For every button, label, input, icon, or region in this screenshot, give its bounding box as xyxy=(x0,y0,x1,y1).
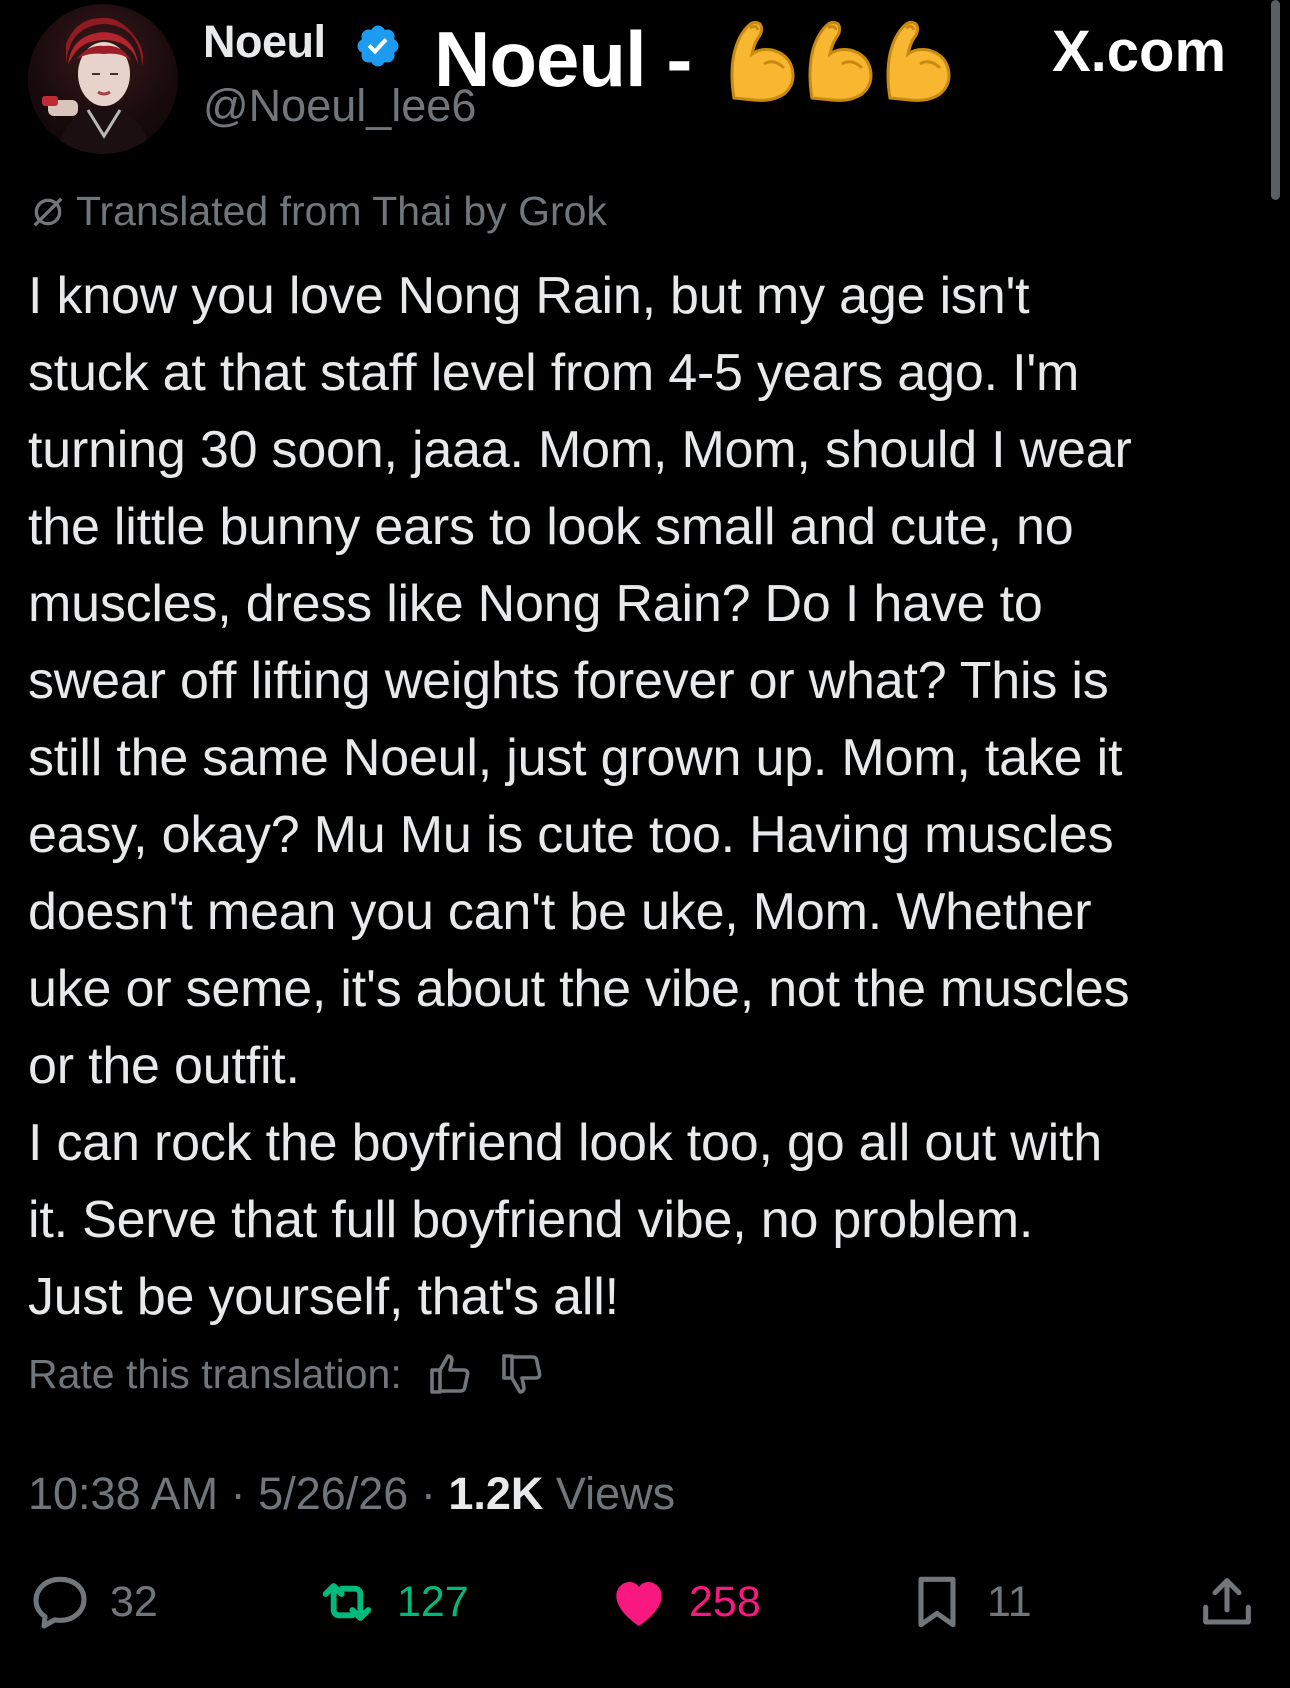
retweet-icon xyxy=(322,1583,372,1621)
like-count: 258 xyxy=(689,1577,761,1626)
meta-separator: · xyxy=(230,1468,246,1519)
bookmark-count: 11 xyxy=(987,1577,1032,1626)
retweet-count: 127 xyxy=(397,1577,469,1626)
views-count[interactable]: 1.2K xyxy=(448,1468,543,1519)
bookmark-button[interactable]: 11 xyxy=(905,1570,1032,1634)
thumbs-down-icon[interactable] xyxy=(498,1350,546,1398)
bookmark-icon xyxy=(918,1576,956,1628)
retweet-button[interactable]: 127 xyxy=(315,1570,469,1634)
tweet-date[interactable]: 5/26/26 xyxy=(258,1468,408,1519)
verified-badge-icon xyxy=(354,22,402,70)
translation-note-text: Translated from Thai by Grok xyxy=(76,188,607,234)
rate-translation: Rate this translation: xyxy=(28,1350,546,1398)
flexed-biceps-icon xyxy=(730,20,795,102)
share-button[interactable] xyxy=(1195,1570,1259,1634)
reply-count: 32 xyxy=(110,1577,158,1626)
display-name[interactable]: Noeul xyxy=(203,16,326,68)
flexed-biceps-icon xyxy=(808,20,873,102)
tweet-time[interactable]: 10:38 AM xyxy=(28,1468,218,1519)
flexed-biceps-icon xyxy=(886,20,951,102)
tweet-text: I know you love Nong Rain, but my age is… xyxy=(28,267,1132,1326)
share-icon xyxy=(1203,1578,1251,1625)
meta-separator: · xyxy=(420,1468,436,1519)
like-button[interactable]: 258 xyxy=(607,1570,761,1634)
avatar[interactable] xyxy=(28,4,178,154)
scrollbar[interactable] xyxy=(1271,0,1280,200)
views-label: Views xyxy=(555,1468,676,1519)
thumbs-up-icon[interactable] xyxy=(426,1350,474,1398)
grok-icon xyxy=(33,196,63,227)
action-bar: 32 127 258 11 xyxy=(0,1570,1290,1640)
translation-note: Translated from Thai by Grok xyxy=(28,188,607,235)
site-label: X.com xyxy=(1052,19,1227,84)
heart-icon xyxy=(616,1582,662,1626)
reply-icon xyxy=(33,1576,87,1629)
reply-button[interactable]: 32 xyxy=(28,1570,158,1634)
overlay-title: Noeul - xyxy=(434,15,692,103)
avatar-portrait xyxy=(42,17,150,154)
tweet-meta: 10:38 AM · 5/26/26 · 1.2K Views xyxy=(28,1468,675,1520)
rate-translation-label: Rate this translation: xyxy=(28,1350,402,1397)
flexed-biceps-emoji-group xyxy=(724,14,954,104)
